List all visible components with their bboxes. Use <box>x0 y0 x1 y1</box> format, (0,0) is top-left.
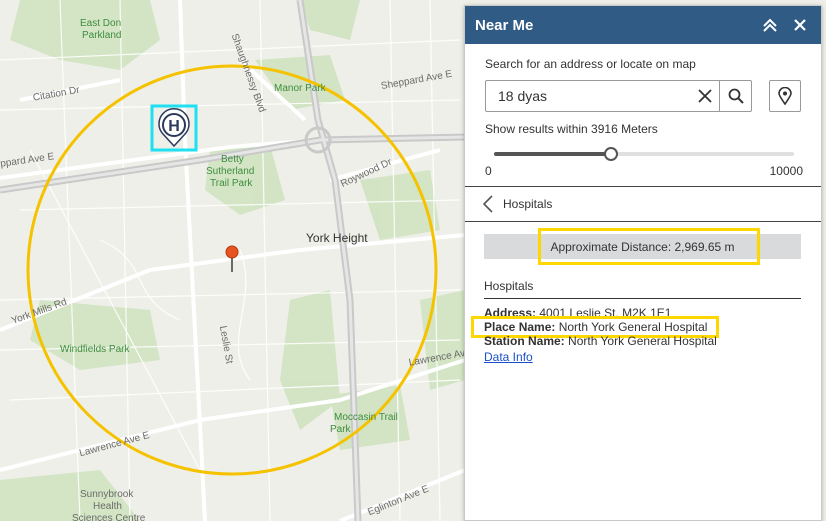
slider-thumb[interactable] <box>604 147 619 161</box>
search-box <box>485 80 753 112</box>
results-title: Hospitals <box>484 279 801 299</box>
panel-title: Near Me <box>475 16 534 34</box>
radius-label: Show results within 3916 Meters <box>485 122 658 136</box>
data-info-link[interactable]: Data Info <box>484 350 533 364</box>
station-name-label: Station Name: <box>484 334 565 348</box>
search-input[interactable] <box>486 82 692 110</box>
chevron-left-icon[interactable] <box>483 194 497 214</box>
slider-min-label: 0 <box>485 164 492 178</box>
slider-fill <box>494 152 612 156</box>
search-section: Search for an address or locate on map S… <box>465 44 821 178</box>
label-york-height: York Height <box>306 231 368 245</box>
back-to-layers-button[interactable]: Hospitals <box>465 187 821 222</box>
close-icon[interactable] <box>789 14 811 36</box>
label-manor-park: Manor Park <box>274 83 327 94</box>
station-name-line: Station Name: North York General Hospita… <box>484 334 801 348</box>
double-chevron-up-icon[interactable] <box>759 14 781 36</box>
slider-max-label: 10000 <box>769 164 803 178</box>
back-label: Hospitals <box>503 197 553 211</box>
radius-slider[interactable] <box>494 145 794 163</box>
hospital-marker-letter: H <box>168 118 180 135</box>
search-icon[interactable] <box>719 81 751 111</box>
search-prompt: Search for an address or locate on map <box>485 57 696 71</box>
label-east-don-parkland: East Don Parkland <box>80 18 121 41</box>
place-name-line: Place Name: North York General Hospital <box>471 316 801 338</box>
label-windfields-park: Windfields Park <box>60 344 130 355</box>
locate-on-map-icon[interactable] <box>769 80 801 112</box>
panel-header: Near Me <box>465 6 821 44</box>
distance-bar: Approximate Distance: 2,969.65 m <box>484 228 801 265</box>
search-row <box>485 80 801 112</box>
station-name-value: North York General Hospital <box>568 334 717 348</box>
approximate-distance: Approximate Distance: 2,969.65 m <box>550 239 735 254</box>
clear-search-icon[interactable] <box>691 81 719 111</box>
results-section: Hospitals Address: 4001 Leslie St, M2K 1… <box>465 259 821 366</box>
near-me-panel: Near Me Search for an address or locate … <box>464 5 822 521</box>
